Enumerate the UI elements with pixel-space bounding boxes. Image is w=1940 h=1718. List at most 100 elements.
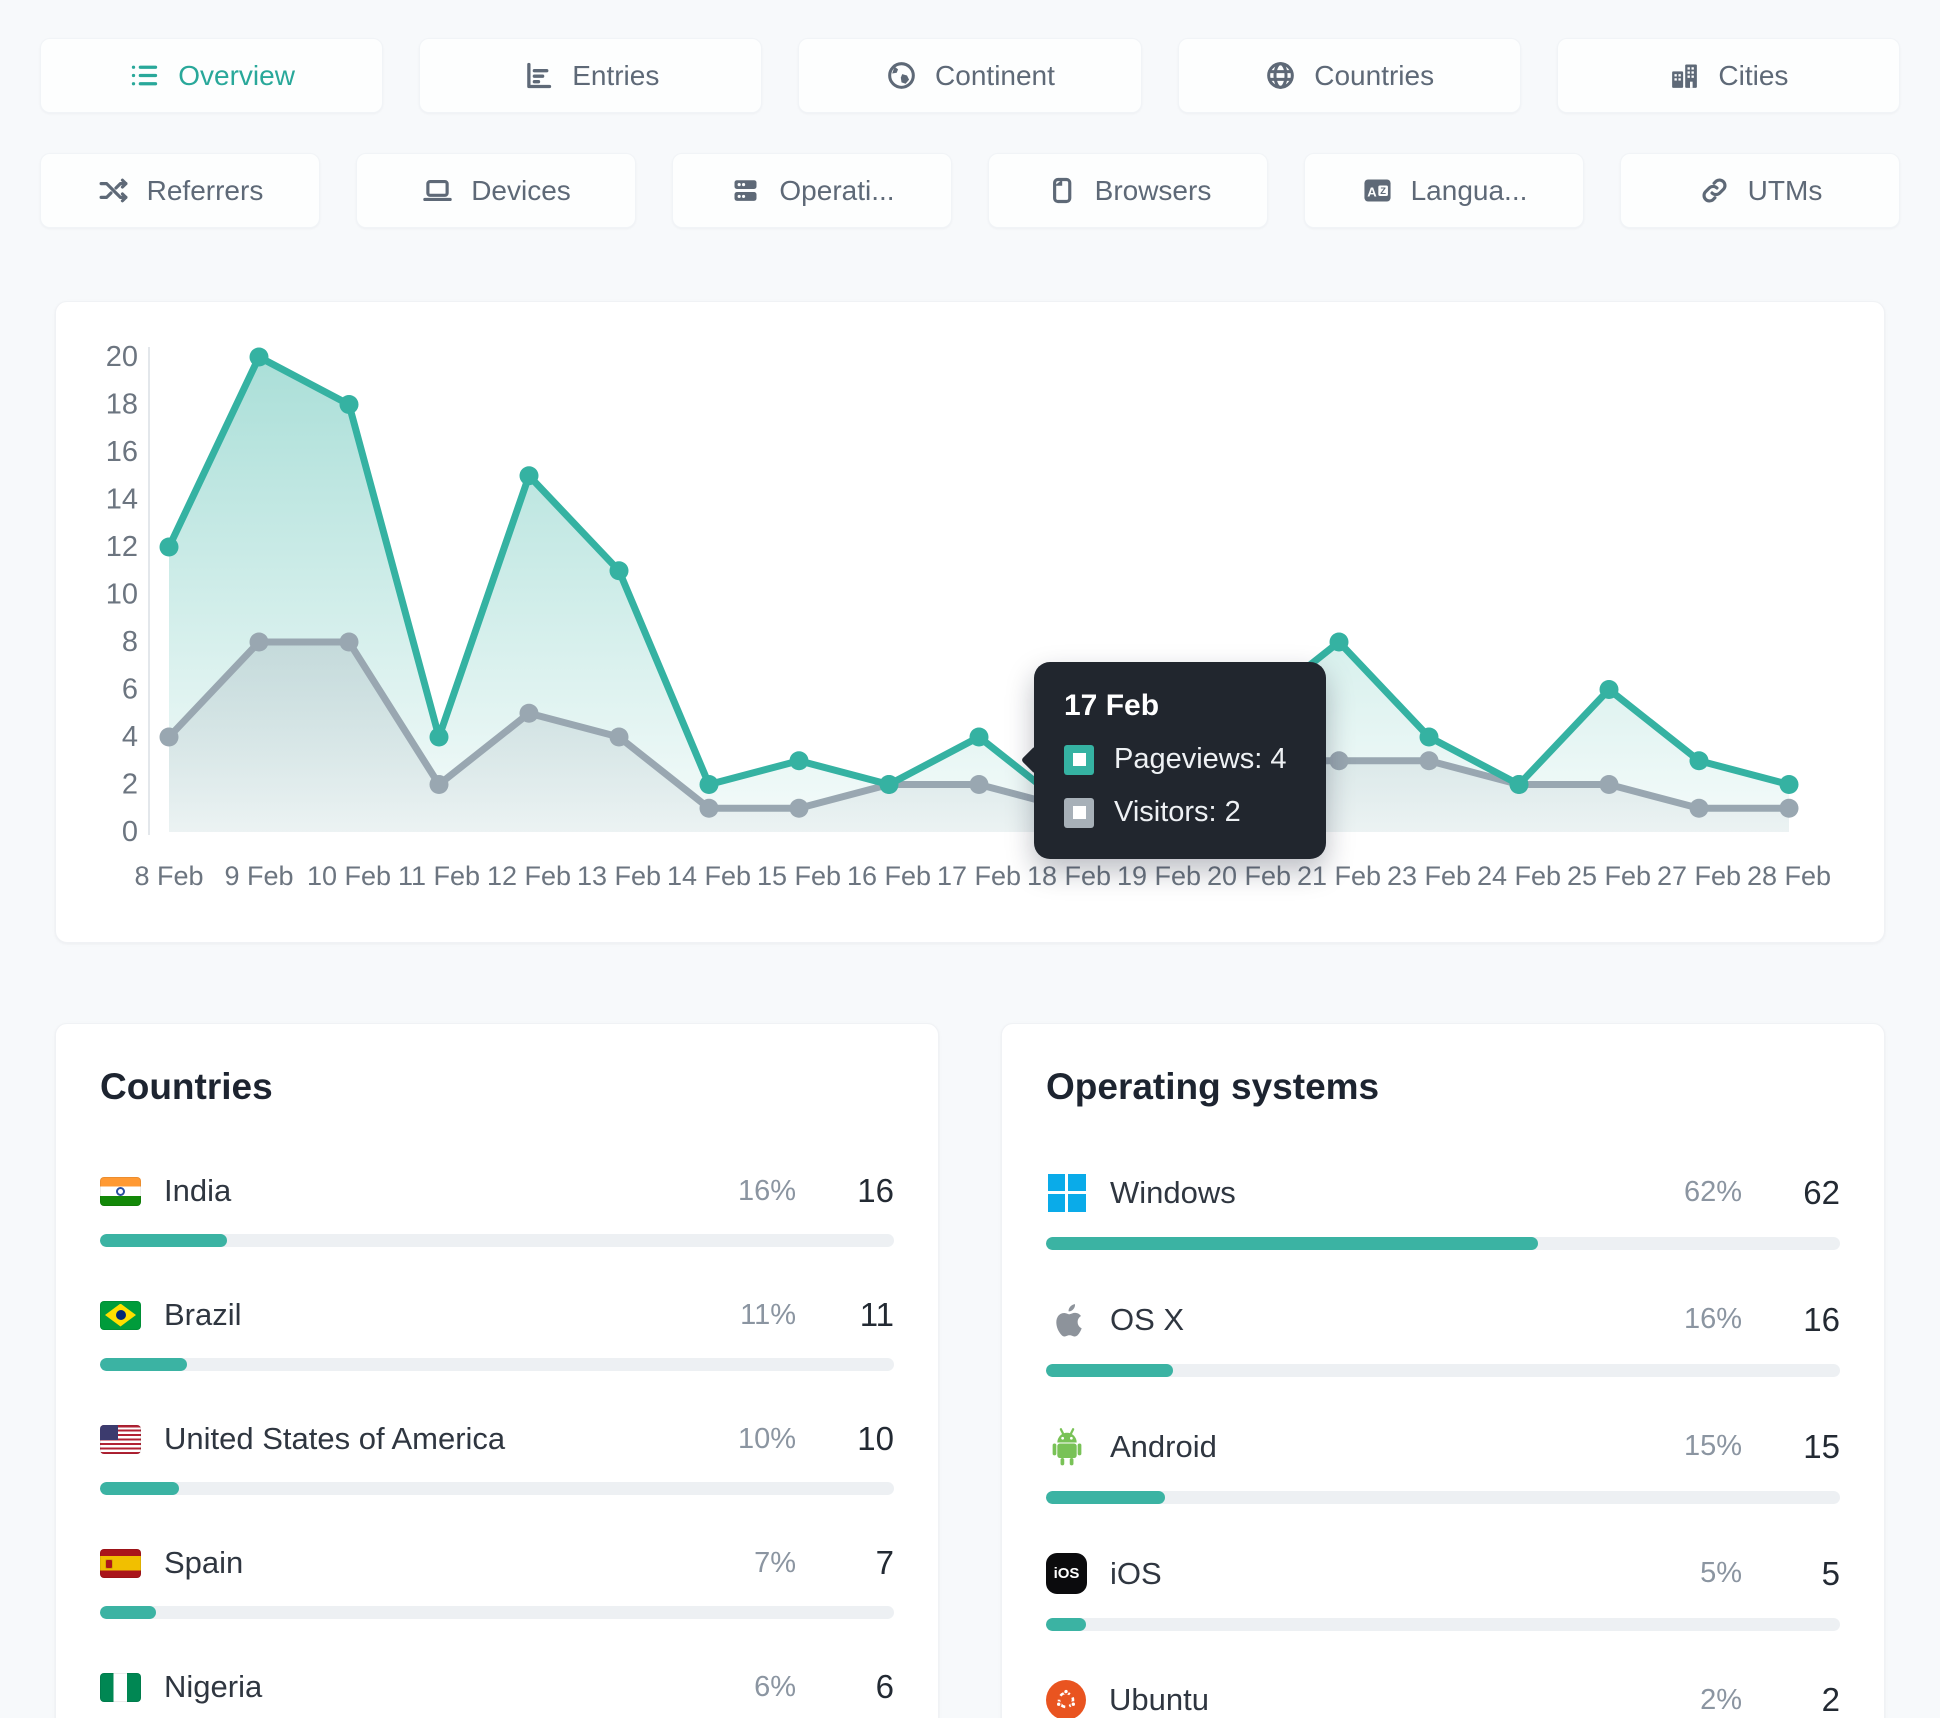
os-label: Windows [1110,1174,1236,1210]
tab-label: Entries [572,59,660,91]
tab-operating-systems[interactable]: Operati... [672,153,952,228]
svg-text:25 Feb: 25 Feb [1567,861,1651,891]
progress-fill [1046,1364,1174,1377]
tab-label: Countries [1314,59,1435,91]
country-value: 11 [859,1296,894,1333]
laptop-icon [423,179,452,202]
country-percent: 6% [754,1670,796,1703]
brazil-flag-icon [100,1300,141,1330]
os-label: iOS [1110,1555,1162,1591]
tab-referrers[interactable]: Referrers [40,153,320,228]
breakdown-panels: Countries India 16% 16 Brazil 11% 11 Uni… [55,1023,1885,1718]
tab-utms[interactable]: UTMs [1620,153,1900,228]
tab-overview[interactable]: Overview [40,38,384,113]
nigeria-flag-icon [100,1672,141,1702]
progress-track [1046,1618,1840,1631]
svg-text:18 Feb: 18 Feb [1027,861,1111,891]
os-value: 62 [1803,1173,1840,1211]
operating-systems-panel: Operating systems Windows 62% 62 OS X 16… [1001,1023,1885,1718]
svg-text:27 Feb: 27 Feb [1657,861,1741,891]
progress-track [1046,1237,1840,1250]
country-row-spain[interactable]: Spain 7% 7 [100,1544,894,1619]
tab-cities[interactable]: Cities [1556,38,1900,113]
svg-text:2: 2 [122,769,138,801]
svg-text:19 Feb: 19 Feb [1117,861,1201,891]
svg-text:13 Feb: 13 Feb [577,861,661,891]
tab-label: Devices [471,174,571,206]
os-row-android[interactable]: Android 15% 15 [1046,1426,1840,1504]
svg-text:14: 14 [106,484,138,516]
svg-text:10: 10 [106,579,138,611]
tooltip-pageviews-text: Pageviews: 4 [1114,743,1287,775]
progress-fill [1046,1618,1086,1631]
server-icon [734,180,757,201]
svg-text:8: 8 [122,626,138,658]
svg-text:28 Feb: 28 Feb [1747,861,1831,891]
tab-label: Overview [178,59,295,91]
buildings-icon [1672,64,1698,88]
browser-icon [1052,177,1071,204]
progress-track [100,1606,894,1619]
svg-text:4: 4 [122,721,138,753]
os-label: Ubuntu [1109,1682,1209,1717]
progress-track [1046,1364,1840,1377]
os-percent: 2% [1700,1683,1742,1716]
os-row-windows[interactable]: Windows 62% 62 [1046,1172,1840,1250]
country-row-india[interactable]: India 16% 16 [100,1172,894,1247]
operating-systems-panel-title: Operating systems [1046,1066,1380,1107]
progress-fill [1046,1237,1539,1250]
tooltip-row-visitors: Visitors: 2 [1064,796,1296,829]
spain-flag-icon [100,1548,141,1578]
android-icon [1052,1427,1081,1465]
countries-panel-title: Countries [100,1066,273,1107]
list-icon [132,65,158,86]
link-icon [1702,178,1727,203]
chart-tooltip: 17 Feb Pageviews: 4 Visitors: 2 [1020,662,1326,859]
ios-icon: iOS [1046,1553,1087,1594]
apple-icon [1055,1303,1082,1337]
shuffle-icon [99,178,128,203]
tabrow-primary: Overview Entries Continent Countries Cit… [40,38,1900,113]
country-value: 16 [857,1172,894,1209]
os-row-osx[interactable]: OS X 16% 16 [1046,1299,1840,1377]
os-row-ubuntu[interactable]: Ubuntu 2% 2 [1046,1680,1840,1718]
country-label: India [164,1173,232,1208]
svg-text:14 Feb: 14 Feb [667,861,751,891]
tab-countries[interactable]: Countries [1177,38,1521,113]
entries-chart-icon [527,62,552,89]
os-row-ios[interactable]: iOS iOS 5% 5 [1046,1553,1840,1631]
svg-text:24 Feb: 24 Feb [1477,861,1561,891]
svg-text:10 Feb: 10 Feb [307,861,391,891]
traffic-chart-card: 20 18 16 14 12 10 8 6 4 2 0 8 Feb 9 Feb 10 Feb 11 Feb 1… [55,301,1885,943]
analytics-dashboard: Overview Entries Continent Countries Cit… [0,0,1940,1718]
os-label: Android [1110,1428,1217,1464]
progress-track [100,1358,894,1371]
os-value: 2 [1821,1681,1840,1718]
tab-continent[interactable]: Continent [798,38,1142,113]
globe-icon [1267,62,1295,89]
tab-entries[interactable]: Entries [419,38,763,113]
os-value: 5 [1821,1554,1840,1592]
svg-text:9 Feb: 9 Feb [224,861,293,891]
svg-text:20 Feb: 20 Feb [1207,861,1291,891]
svg-text:16: 16 [106,436,138,468]
country-row-brazil[interactable]: Brazil 11% 11 [100,1296,894,1371]
tabrow-secondary: Referrers Devices Operati... Browsers A … [40,153,1900,228]
tooltip-date: 17 Feb [1064,689,1160,722]
traffic-line-chart[interactable]: 201816141210864208 Feb 9 Feb 10 Feb 11 Feb 1… [56,302,1884,940]
svg-text:0: 0 [122,816,138,848]
tab-devices[interactable]: Devices [356,153,636,228]
tab-browsers[interactable]: Browsers [988,153,1268,228]
tooltip-row-pageviews: Pageviews: 4 [1064,743,1296,776]
os-percent: 5% [1700,1557,1742,1589]
os-percent: 62% [1683,1176,1742,1208]
tab-label: Referrers [146,174,264,206]
tooltip-visitors-text: Visitors: 2 [1114,796,1241,828]
country-row-nigeria[interactable]: Nigeria 6% 6 [100,1668,894,1718]
country-percent: 10% [737,1422,796,1455]
progress-track [1046,1491,1840,1504]
country-row-usa[interactable]: United States of America 10% 10 [100,1420,894,1495]
svg-text:A: A [1367,184,1377,199]
tab-languages[interactable]: A Z Langua... [1304,153,1584,228]
pageviews-swatch-icon [1064,744,1094,775]
